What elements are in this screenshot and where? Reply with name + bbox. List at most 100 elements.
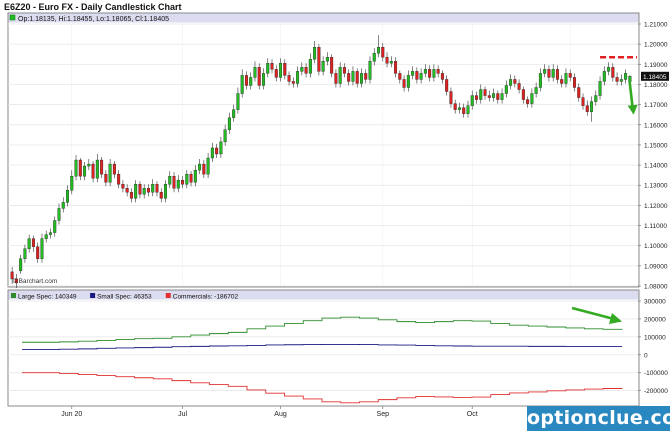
bullish-candle (232, 109, 236, 118)
bullish-candle (492, 93, 496, 98)
legend-swatch (11, 293, 16, 298)
x-tick-label: Jul (178, 411, 187, 418)
price-tick-label: 1.19000 (644, 62, 668, 69)
bullish-candle (176, 180, 180, 189)
bearish-candle (270, 63, 274, 70)
bearish-candle (521, 89, 525, 100)
bullish-candle (509, 79, 513, 86)
bullish-candle (479, 89, 483, 100)
bearish-candle (31, 238, 35, 247)
price-tick-label: 1.18000 (644, 82, 668, 89)
bullish-candle (308, 59, 312, 74)
bullish-candle (313, 47, 317, 60)
x-axis: Jun 20JulAugSepOctNov (61, 406, 577, 418)
bullish-candle (23, 248, 27, 259)
bullish-candle (142, 188, 146, 195)
bearish-candle (385, 57, 389, 64)
bearish-candle (581, 97, 585, 106)
bullish-candle (223, 129, 227, 143)
bearish-candle (146, 188, 150, 193)
bullish-candle (210, 147, 214, 159)
bearish-candle (381, 47, 385, 58)
bullish-candle (48, 232, 52, 235)
bearish-candle (572, 77, 576, 88)
bullish-candle (534, 87, 538, 94)
bearish-candle (181, 180, 185, 185)
bearish-candle (526, 99, 530, 104)
bearish-candle (189, 173, 193, 183)
bearish-candle (104, 173, 108, 183)
bullish-candle (53, 220, 57, 233)
cot-tick-label: 0 (644, 352, 648, 359)
bearish-candle (121, 184, 125, 189)
info-bar-swatch (9, 14, 16, 21)
x-tick-label: Sep (377, 411, 390, 418)
bullish-candle (27, 238, 31, 249)
cot-y-axis: 300000 200000 100000 0 -100000 -200000 (638, 299, 668, 395)
bullish-candle (411, 71, 415, 76)
bullish-candle (74, 159, 78, 177)
bearish-candle (172, 175, 176, 189)
bearish-candle (394, 61, 398, 74)
chart-title: E6Z20 - Euro FX - Daily Candlestick Char… (4, 2, 182, 12)
cot-tick-label: -200000 (644, 388, 668, 395)
bullish-candle (351, 71, 355, 82)
bearish-candle (347, 73, 351, 82)
bearish-candle (159, 192, 163, 199)
bearish-candle (428, 69, 432, 78)
bearish-candle (125, 188, 129, 193)
bullish-candle (70, 175, 74, 191)
bearish-candle (112, 163, 116, 175)
bearish-candle (517, 83, 521, 90)
bullish-candle (564, 73, 568, 84)
bullish-candle (66, 190, 70, 203)
bearish-candle (100, 159, 104, 175)
bullish-candle (538, 73, 542, 88)
bullish-candle (193, 169, 197, 183)
bearish-candle (91, 163, 95, 179)
bullish-candle (466, 105, 470, 114)
bullish-candle (590, 101, 594, 112)
bullish-candle (206, 157, 210, 175)
bullish-candle (108, 163, 112, 183)
bearish-candle (355, 71, 359, 84)
cot-legend: Large Spec: 140349 Small Spec: 46353 Comme… (11, 293, 239, 301)
bullish-candle (419, 73, 423, 80)
cot-tick-label: 300000 (644, 299, 666, 306)
last-price-label: 1.18405 (643, 74, 667, 81)
bearish-candle (513, 79, 517, 84)
bullish-candle (619, 79, 623, 82)
bearish-candle (445, 79, 449, 92)
bullish-candle (198, 163, 202, 171)
price-tick-label: 1.16000 (644, 122, 668, 129)
bullish-candle (151, 184, 155, 193)
bullish-candle (551, 69, 555, 78)
bullish-candle (296, 71, 300, 84)
bullish-candle (44, 234, 48, 239)
bullish-candle (377, 47, 381, 54)
bearish-candle (155, 184, 159, 193)
bearish-candle (555, 69, 559, 80)
bearish-candle (402, 79, 406, 88)
bullish-candle (168, 175, 172, 185)
bullish-candle (325, 57, 329, 62)
bearish-candle (483, 89, 487, 96)
bullish-candle (95, 159, 99, 179)
bearish-candle (36, 246, 40, 259)
bullish-candle (607, 67, 611, 72)
candlestick-chart: E6Z20 - Euro FX - Daily Candlestick Char… (4, 2, 669, 418)
cot-tick-label: 200000 (644, 316, 666, 323)
bullish-candle (134, 184, 138, 199)
bearish-candle (415, 71, 419, 80)
bullish-candle (40, 238, 44, 259)
price-tick-label: 1.17000 (644, 102, 668, 109)
x-tick-label: Oct (467, 411, 478, 418)
bearish-candle (568, 73, 572, 78)
x-tick-label: Aug (274, 411, 287, 418)
bearish-candle (449, 91, 453, 104)
bullish-candle (624, 73, 628, 80)
bullish-candle (164, 184, 167, 199)
bullish-candle (368, 61, 372, 80)
bullish-candle (240, 75, 244, 94)
bullish-candle (500, 93, 504, 100)
